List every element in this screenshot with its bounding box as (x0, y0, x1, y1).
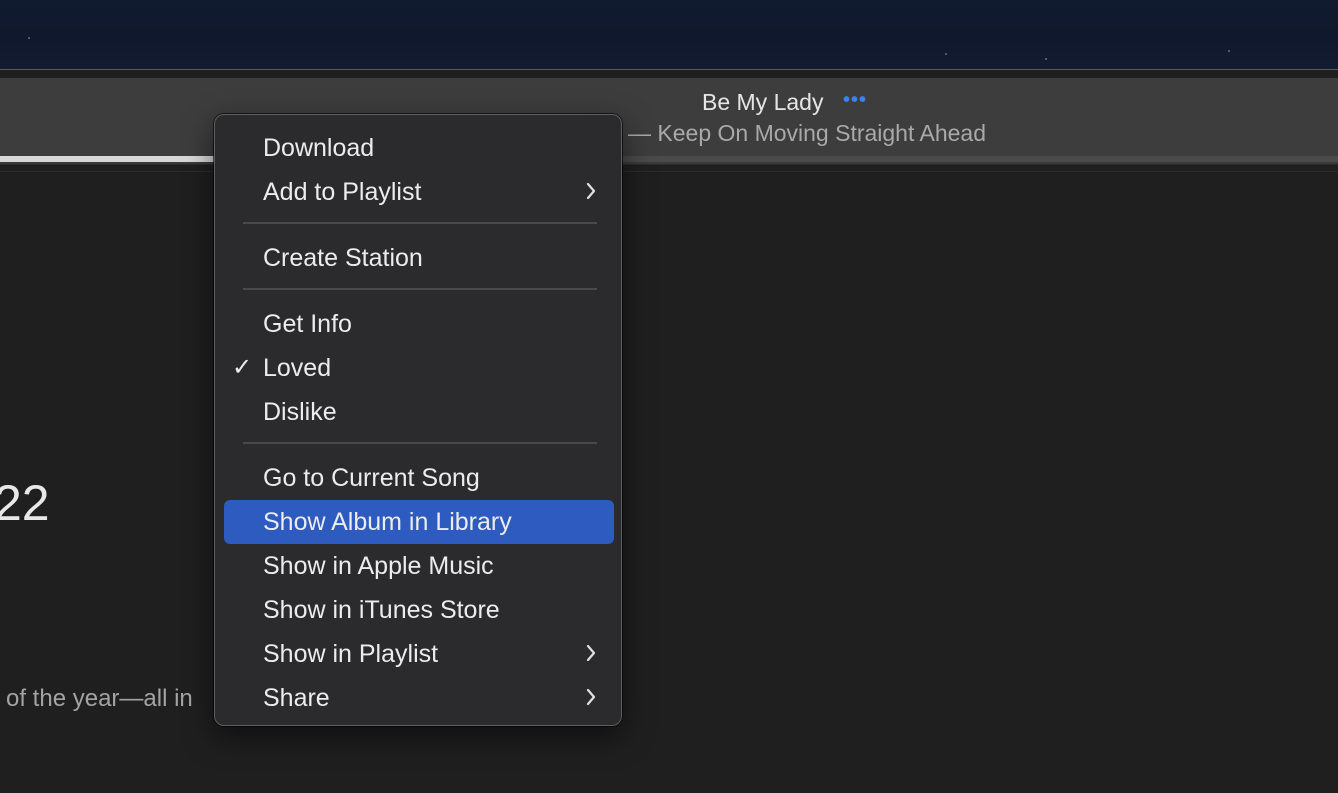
menu-item-label: Add to Playlist (263, 178, 422, 206)
player-bar: Be My Lady ••• — Keep On Moving Straight… (0, 78, 1338, 165)
menu-item-label: Download (263, 134, 375, 162)
menu-item-show-in-itunes-store[interactable]: Show in iTunes Store (224, 588, 614, 632)
menu-item-show-in-apple-music[interactable]: Show in Apple Music (224, 544, 614, 588)
track-subtitle: — Keep On Moving Straight Ahead (628, 120, 986, 146)
menu-item-show-album-in-library[interactable]: Show Album in Library (224, 500, 614, 544)
menu-item-share[interactable]: Share (224, 676, 614, 720)
wallpaper-star (945, 53, 947, 55)
menu-item-label: Show in iTunes Store (263, 596, 500, 624)
menu-item-label: Show Album in Library (263, 508, 512, 536)
menu-item-label: Show in Apple Music (263, 552, 494, 580)
wallpaper-star (1228, 50, 1230, 52)
menu-separator (243, 288, 597, 290)
now-playing-display[interactable]: Be My Lady ••• — Keep On Moving Straight… (0, 78, 1338, 156)
menu-separator (243, 442, 597, 444)
wallpaper-star (1045, 58, 1047, 60)
page-heading-fragment: 22 (0, 475, 50, 531)
menu-item-add-to-playlist[interactable]: Add to Playlist (224, 170, 614, 214)
divider (0, 171, 1338, 172)
menu-item-label: Share (263, 684, 330, 712)
menu-item-label: Dislike (263, 398, 337, 426)
track-title: Be My Lady (702, 89, 824, 115)
playback-progress-fill (0, 156, 215, 162)
chevron-right-icon (586, 689, 596, 705)
menu-item-label: Create Station (263, 244, 423, 272)
chevron-right-icon (586, 645, 596, 661)
menu-item-label: Get Info (263, 310, 352, 338)
playback-progress-bar[interactable] (0, 156, 1338, 162)
checkmark-icon: ✓ (232, 354, 253, 381)
chevron-right-icon (586, 183, 596, 199)
menu-item-label: Loved (263, 354, 332, 382)
menu-item-label: Show in Playlist (263, 640, 439, 668)
music-app-window: Be My Lady ••• — Keep On Moving Straight… (0, 69, 1338, 793)
context-menu: Download Add to Playlist Create Station … (214, 114, 622, 726)
menu-item-loved[interactable]: ✓ Loved (224, 346, 614, 390)
menu-item-show-in-playlist[interactable]: Show in Playlist (224, 632, 614, 676)
wallpaper-star (28, 37, 30, 39)
menu-item-label: Go to Current Song (263, 464, 480, 492)
page-caption-fragment: of the year—all in (6, 685, 193, 712)
menu-item-get-info[interactable]: Get Info (224, 302, 614, 346)
desktop-wallpaper (0, 0, 1338, 69)
menu-item-dislike[interactable]: Dislike (224, 390, 614, 434)
menu-item-create-station[interactable]: Create Station (224, 236, 614, 280)
ellipsis-icon[interactable]: ••• (843, 89, 867, 112)
menu-item-download[interactable]: Download (224, 126, 614, 170)
menu-item-go-to-current-song[interactable]: Go to Current Song (224, 456, 614, 500)
menu-separator (243, 222, 597, 224)
